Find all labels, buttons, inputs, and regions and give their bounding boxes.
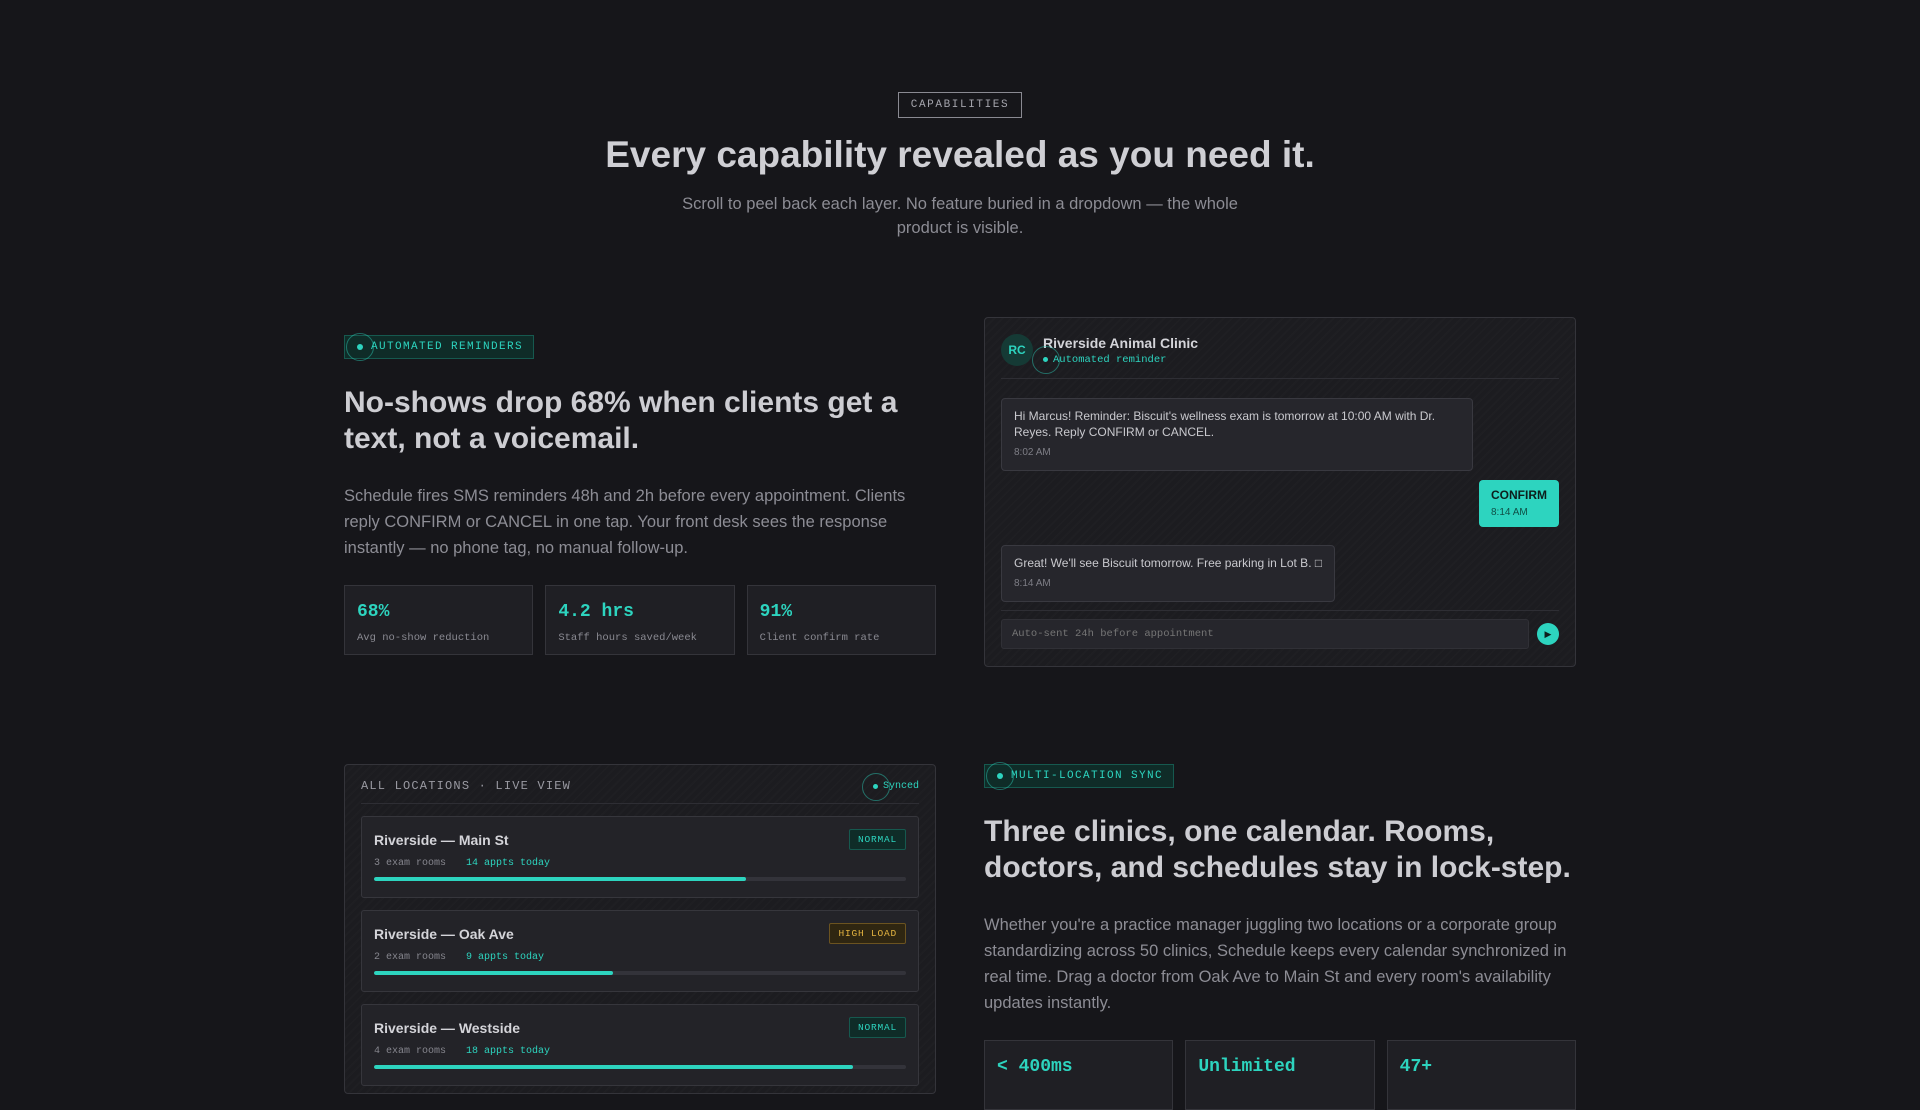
reminders-tag-label: AUTOMATED REMINDERS xyxy=(371,341,524,353)
reminders-feature: AUTOMATED REMINDERS No-shows drop 68% wh… xyxy=(344,333,936,655)
location-name: Riverside — Main St xyxy=(374,831,509,848)
clinic-name: Riverside Animal Clinic xyxy=(1043,334,1199,351)
reminders-stats: 68% Avg no-show reduction 4.2 hrs Staff … xyxy=(344,585,936,655)
stat-label: Client confirm rate xyxy=(759,632,880,644)
message-time: 8:02 AM xyxy=(1014,447,1051,458)
stat-label: Avg no-show reduction xyxy=(357,632,490,644)
status-badge: NORMAL xyxy=(848,829,906,850)
stat-value: 4.2 hrs xyxy=(558,602,634,622)
page-subtitle: Scroll to peel back each layer. No featu… xyxy=(682,195,1238,237)
appts-today: 18 appts today xyxy=(466,1046,551,1057)
status-dot-icon xyxy=(861,772,890,801)
message-time: 8:14 AM xyxy=(1014,578,1051,589)
message-text: CONFIRM xyxy=(1491,488,1547,502)
message-text: Great! We'll see Biscuit tomorrow. Free … xyxy=(1014,556,1323,570)
stat-card: 47+ xyxy=(1386,1040,1576,1110)
chat-subtitle: Automated reminder xyxy=(1032,346,1198,374)
load-bar-fill xyxy=(374,1065,853,1069)
status-badge: HIGH LOAD xyxy=(829,923,906,944)
stat-card: < 400ms xyxy=(984,1040,1174,1110)
message-time: 8:14 AM xyxy=(1491,507,1528,518)
chat-header: RC Riverside Animal Clinic Automated rem… xyxy=(1001,334,1559,379)
stat-card: 4.2 hrs Staff hours saved/week xyxy=(545,585,735,655)
sync-title: Three clinics, one calendar. Rooms, doct… xyxy=(984,815,1571,884)
stat-value: 68% xyxy=(357,602,390,622)
load-bar-fill xyxy=(374,971,614,975)
send-icon: ▶ xyxy=(1544,628,1552,639)
reminders-body: Schedule fires SMS reminders 48h and 2h … xyxy=(344,487,906,557)
stat-value: 91% xyxy=(759,602,793,622)
stat-label: Staff hours saved/week xyxy=(558,632,697,644)
location-meta: 4 exam rooms 18 appts today xyxy=(374,1046,906,1057)
load-bar xyxy=(374,1065,906,1069)
appts-today: 14 appts today xyxy=(466,858,551,869)
load-bar xyxy=(374,877,906,881)
chat-subtitle-label: Automated reminder xyxy=(1053,353,1167,366)
location-meta: 3 exam rooms 14 appts today xyxy=(374,858,906,869)
status-badge: NORMAL xyxy=(848,1017,906,1038)
sync-body: Whether you're a practice manager juggli… xyxy=(984,916,1567,1012)
message-input[interactable] xyxy=(1001,619,1529,649)
locations-title: ALL LOCATIONS · LIVE VIEW xyxy=(361,779,572,793)
location-card[interactable]: Riverside — Main St NORMAL 3 exam rooms … xyxy=(361,816,919,898)
exam-rooms: 3 exam rooms xyxy=(374,858,447,869)
message-text: Hi Marcus! Reminder: Biscuit's wellness … xyxy=(1014,409,1436,439)
locations-panel: ALL LOCATIONS · LIVE VIEW Synced Riversi… xyxy=(344,764,936,1094)
outgoing-message: CONFIRM 8:14 AM xyxy=(1479,480,1559,527)
sms-preview-panel: RC Riverside Animal Clinic Automated rem… xyxy=(984,317,1576,667)
stat-value: 47+ xyxy=(1399,1057,1433,1077)
avatar: RC xyxy=(1001,334,1033,366)
sync-stats: < 400ms Unlimited 47+ xyxy=(984,1040,1576,1110)
sync-feature: MULTI-LOCATION SYNC Three clinics, one c… xyxy=(984,762,1576,1110)
sync-tag-label: MULTI-LOCATION SYNC xyxy=(1011,770,1164,782)
send-button[interactable]: ▶ xyxy=(1537,623,1559,645)
appts-today: 9 appts today xyxy=(466,952,545,963)
locations-header: ALL LOCATIONS · LIVE VIEW Synced xyxy=(361,772,919,804)
location-meta: 2 exam rooms 9 appts today xyxy=(374,952,906,963)
incoming-message: Hi Marcus! Reminder: Biscuit's wellness … xyxy=(1001,398,1473,471)
status-dot-icon xyxy=(346,333,374,361)
stat-card: 91% Client confirm rate xyxy=(746,585,936,655)
page-title: Every capability revealed as you need it… xyxy=(605,134,1315,175)
sync-status: Synced xyxy=(861,772,919,801)
stat-value: Unlimited xyxy=(1198,1057,1296,1077)
chat-composer: ▶ xyxy=(1001,610,1559,649)
load-bar-fill xyxy=(374,877,747,881)
stat-value: < 400ms xyxy=(997,1057,1073,1077)
stat-card: Unlimited xyxy=(1185,1040,1375,1110)
reminders-tag: AUTOMATED REMINDERS xyxy=(344,333,535,361)
status-dot-icon xyxy=(1032,346,1060,374)
capabilities-pill: CAPABILITIES xyxy=(897,92,1023,118)
stat-card: 68% Avg no-show reduction xyxy=(344,585,534,655)
location-card[interactable]: Riverside — Oak Ave HIGH LOAD 2 exam roo… xyxy=(361,910,919,992)
incoming-message: Great! We'll see Biscuit tomorrow. Free … xyxy=(1001,545,1336,602)
location-card[interactable]: Riverside — Westside NORMAL 4 exam rooms… xyxy=(361,1004,919,1086)
exam-rooms: 4 exam rooms xyxy=(374,1046,447,1057)
location-name: Riverside — Westside xyxy=(374,1019,521,1036)
reminders-title: No-shows drop 68% when clients get a tex… xyxy=(344,386,898,455)
sync-tag: MULTI-LOCATION SYNC xyxy=(984,762,1175,790)
exam-rooms: 2 exam rooms xyxy=(374,952,447,963)
location-name: Riverside — Oak Ave xyxy=(374,925,514,942)
capabilities-header: CAPABILITIES Every capability revealed a… xyxy=(0,92,1920,240)
load-bar xyxy=(374,971,906,975)
status-dot-icon xyxy=(986,762,1014,790)
